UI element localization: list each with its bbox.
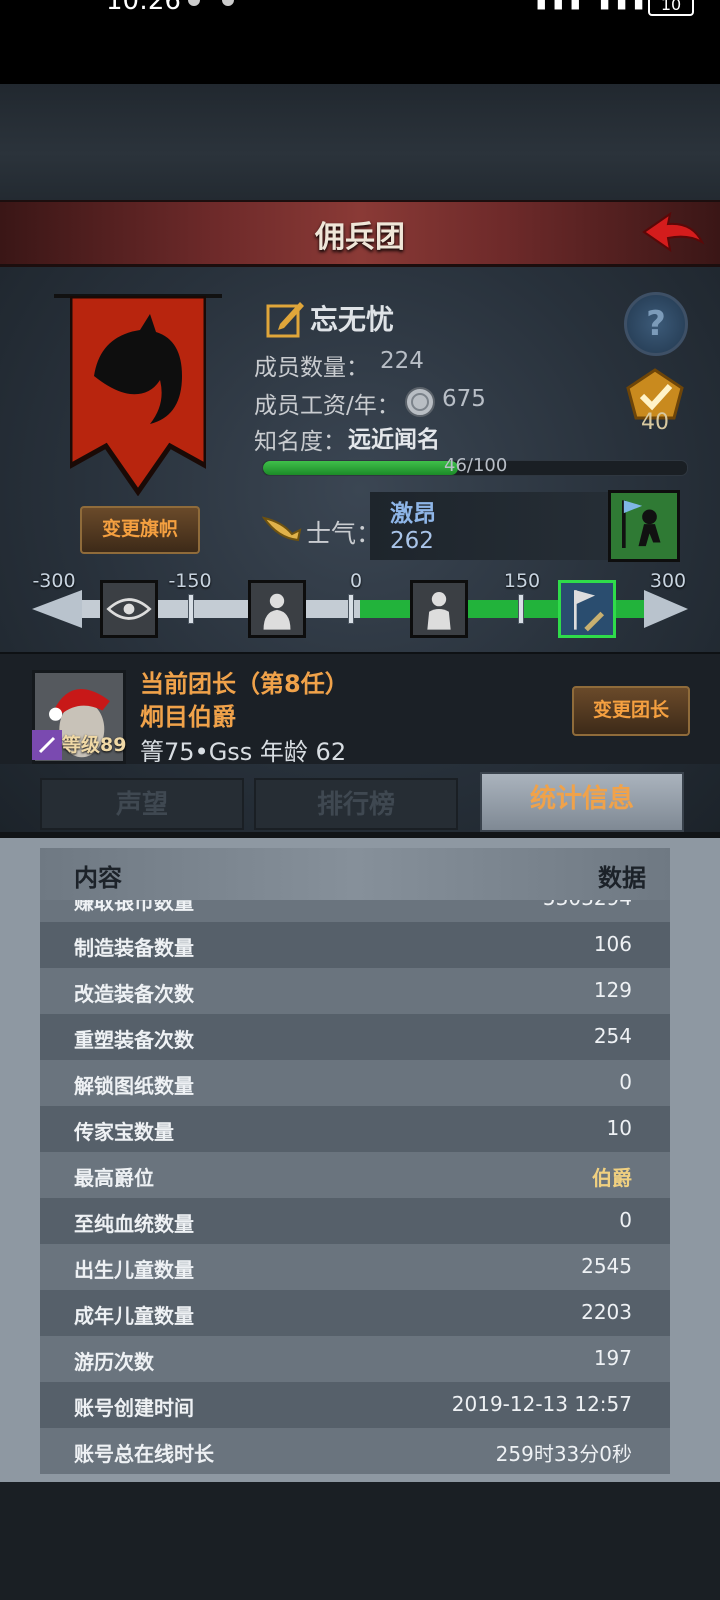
tab-statistics[interactable]: 统计信息 xyxy=(480,772,684,832)
leader-level: 等级89 xyxy=(62,734,127,756)
row-label: 成年儿童数量 xyxy=(74,1304,194,1328)
row-value: 197 xyxy=(593,1346,632,1370)
table-row: 最高爵位 伯爵 xyxy=(40,1152,670,1198)
row-value: 259时33分0秒 xyxy=(495,1442,632,1466)
row-value: 10 xyxy=(606,1116,632,1140)
table-row: 解锁图纸数量 0 xyxy=(40,1060,670,1106)
fame-label: 知名度： xyxy=(254,429,346,455)
row-label: 游历次数 xyxy=(74,1350,154,1374)
row-value: 2545 xyxy=(581,1254,632,1278)
tick-label: 150 xyxy=(503,570,541,592)
stats-list[interactable]: 赚取银币数量 5303294 制造装备数量 106 改造装备次数 129 重塑装… xyxy=(40,900,670,1482)
change-leader-button[interactable]: 变更团长 xyxy=(572,686,690,736)
notification-icon xyxy=(188,0,200,6)
row-value: 2019-12-13 12:57 xyxy=(451,1392,632,1416)
morale-value: 262 xyxy=(390,528,434,554)
tick-label: 300 xyxy=(649,570,687,592)
member-count-label: 成员数量： xyxy=(254,355,369,381)
track-notch xyxy=(348,594,354,624)
row-value: 0 xyxy=(619,1208,632,1232)
row-label: 账号总在线时长 xyxy=(74,1442,214,1466)
row-value: 5303294 xyxy=(543,900,632,910)
salary-value: 675 xyxy=(442,386,486,412)
fame-progress-text: 46/100 xyxy=(444,455,508,476)
row-label: 账号创建时间 xyxy=(74,1396,194,1420)
row-label: 出生儿童数量 xyxy=(74,1258,194,1282)
track-notch xyxy=(518,594,524,624)
row-label: 最高爵位 xyxy=(74,1166,154,1190)
edit-name-icon[interactable] xyxy=(266,298,306,338)
table-row: 改造装备次数 129 xyxy=(40,968,670,1014)
tick-label: -150 xyxy=(168,570,212,592)
calm-figure-icon[interactable] xyxy=(410,580,468,638)
leader-meta: 箐75•Gss 年龄 62 xyxy=(140,738,347,766)
table-row: 重塑装备次数 254 xyxy=(40,1014,670,1060)
column-header-data: 数据 xyxy=(598,864,646,892)
signal-icons: ▮▮▮ ▮▮▮ xyxy=(535,0,650,12)
rally-flag-icon[interactable] xyxy=(558,580,616,638)
horn-icon xyxy=(262,516,302,542)
tab-bar: 声望 排行榜 统计信息 xyxy=(32,772,688,836)
salary-label: 成员工资/年： xyxy=(254,393,400,419)
eye-burst-icon[interactable] xyxy=(100,580,158,638)
table-row: 至纯血统数量 0 xyxy=(40,1198,670,1244)
member-count-value: 224 xyxy=(380,348,424,374)
despair-figure-icon[interactable] xyxy=(248,580,306,638)
tab-ranking[interactable]: 排行榜 xyxy=(254,778,458,830)
tick-label: 0 xyxy=(349,570,363,592)
guild-name: 忘无忧 xyxy=(310,303,395,336)
morale-label: 士气： xyxy=(306,519,382,548)
row-label: 解锁图纸数量 xyxy=(74,1074,194,1098)
column-header-content: 内容 xyxy=(74,864,122,892)
help-icon[interactable]: ? xyxy=(624,292,688,356)
battery-icon: 10 xyxy=(648,0,694,16)
table-row: 游历次数 197 xyxy=(40,1336,670,1382)
table-row: 传家宝数量 10 xyxy=(40,1106,670,1152)
fame-value: 远近闻名 xyxy=(348,427,440,453)
row-value: 254 xyxy=(593,1024,632,1048)
back-arrow-icon[interactable] xyxy=(640,208,706,258)
change-flag-button[interactable]: 变更旗帜 xyxy=(80,506,200,554)
row-label: 改造装备次数 xyxy=(74,982,194,1006)
charge-flag-icon[interactable] xyxy=(608,490,680,562)
table-row: 成年儿童数量 2203 xyxy=(40,1290,670,1336)
leader-title: 当前团长（第8任） xyxy=(140,670,349,698)
table-row: 账号总在线时长 259时33分0秒 xyxy=(40,1428,670,1474)
row-label: 至纯血统数量 xyxy=(74,1212,194,1236)
table-header xyxy=(40,848,670,900)
table-row: 出生儿童数量 2545 xyxy=(40,1244,670,1290)
tab-reputation[interactable]: 声望 xyxy=(40,778,244,830)
rank-value: 40 xyxy=(641,410,669,435)
title-bar: 佣兵团 xyxy=(0,200,720,267)
row-value: 106 xyxy=(593,932,632,956)
tick-label: -300 xyxy=(32,570,76,592)
row-value: 伯爵 xyxy=(592,1166,632,1190)
row-label: 传家宝数量 xyxy=(74,1120,174,1144)
morale-state: 激昂 xyxy=(390,501,436,527)
notification-icon xyxy=(222,0,234,6)
silver-coin-icon xyxy=(405,387,435,417)
leader-name: 炯目伯爵 xyxy=(140,703,236,731)
top-background xyxy=(0,84,720,200)
status-bar: 10:26 ▮▮▮ ▮▮▮ 10 xyxy=(0,0,720,84)
fame-progress-fill xyxy=(263,461,459,475)
table-row: 赚取银币数量 5303294 xyxy=(40,900,670,922)
track-right-arrow xyxy=(644,590,688,628)
table-row: 制造装备数量 106 xyxy=(40,922,670,968)
row-value: 0 xyxy=(619,1070,632,1094)
row-value: 129 xyxy=(593,978,632,1002)
guild-banner xyxy=(70,296,206,496)
track-notch xyxy=(188,594,194,624)
row-label: 赚取银币数量 xyxy=(74,900,194,914)
bottom-background xyxy=(0,1482,720,1600)
track-left-arrow xyxy=(32,590,82,628)
page-title: 佣兵团 xyxy=(315,220,405,255)
row-value: 2203 xyxy=(581,1300,632,1324)
table-row: 账号创建时间 2019-12-13 12:57 xyxy=(40,1382,670,1428)
row-label: 重塑装备次数 xyxy=(74,1028,194,1052)
row-label: 制造装备数量 xyxy=(74,936,194,960)
status-time: 10:26 xyxy=(106,0,181,16)
